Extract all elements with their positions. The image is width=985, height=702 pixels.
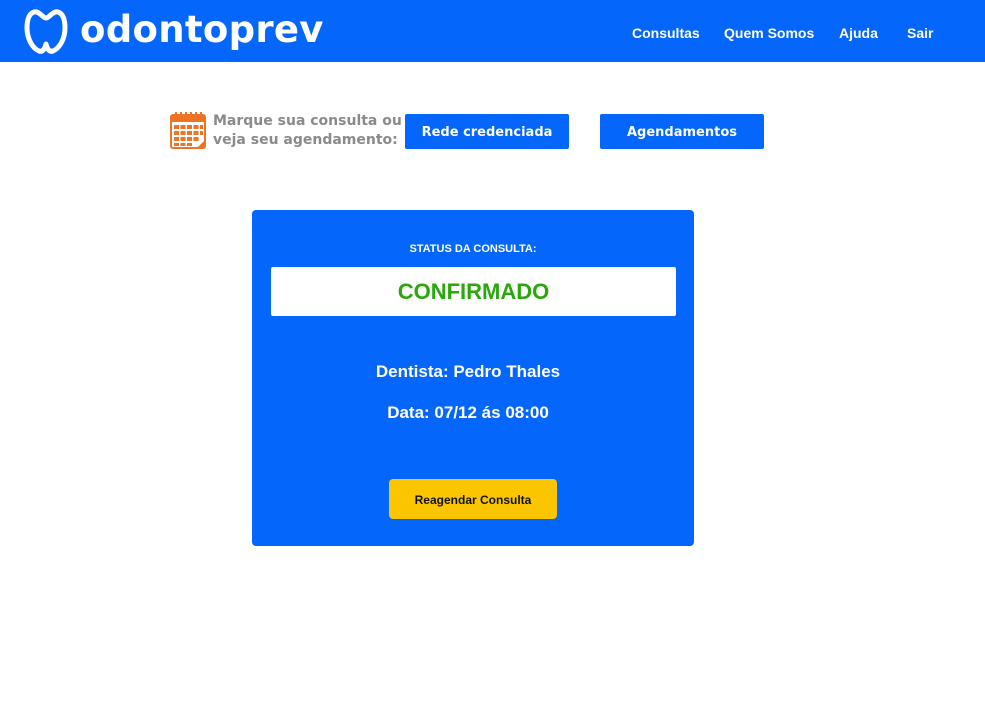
nav-ajuda[interactable]: Ajuda — [839, 24, 878, 42]
brand-logo-text[interactable]: odontoprev — [80, 6, 324, 54]
nav-consultas[interactable]: Consultas — [632, 24, 700, 42]
agendamentos-button[interactable]: Agendamentos — [600, 114, 764, 149]
status-value: CONFIRMADO — [271, 267, 676, 316]
reschedule-button[interactable]: Reagendar Consulta — [389, 479, 557, 519]
schedule-prompt: Marque sua consulta ou veja seu agendame… — [213, 112, 402, 150]
nav-sair[interactable]: Sair — [907, 24, 933, 42]
appointment-status-card: STATUS DA CONSULTA: CONFIRMADO Dentista:… — [252, 210, 694, 546]
nav-quem-somos[interactable]: Quem Somos — [724, 24, 814, 42]
prompt-line-2: veja seu agendamento: — [213, 132, 398, 148]
rede-credenciada-button[interactable]: Rede credenciada — [405, 114, 569, 149]
top-navbar: odontoprev Consultas Quem Somos Ajuda Sa… — [0, 0, 985, 62]
prompt-line-1: Marque sua consulta ou — [213, 113, 402, 129]
date-info: Data: 07/12 ás 08:00 — [387, 403, 549, 422]
tooth-logo-icon[interactable] — [24, 8, 68, 54]
status-label: STATUS DA CONSULTA: — [409, 243, 537, 255]
dentist-info: Dentista: Pedro Thales — [375, 362, 561, 381]
calendar-icon — [170, 112, 206, 149]
